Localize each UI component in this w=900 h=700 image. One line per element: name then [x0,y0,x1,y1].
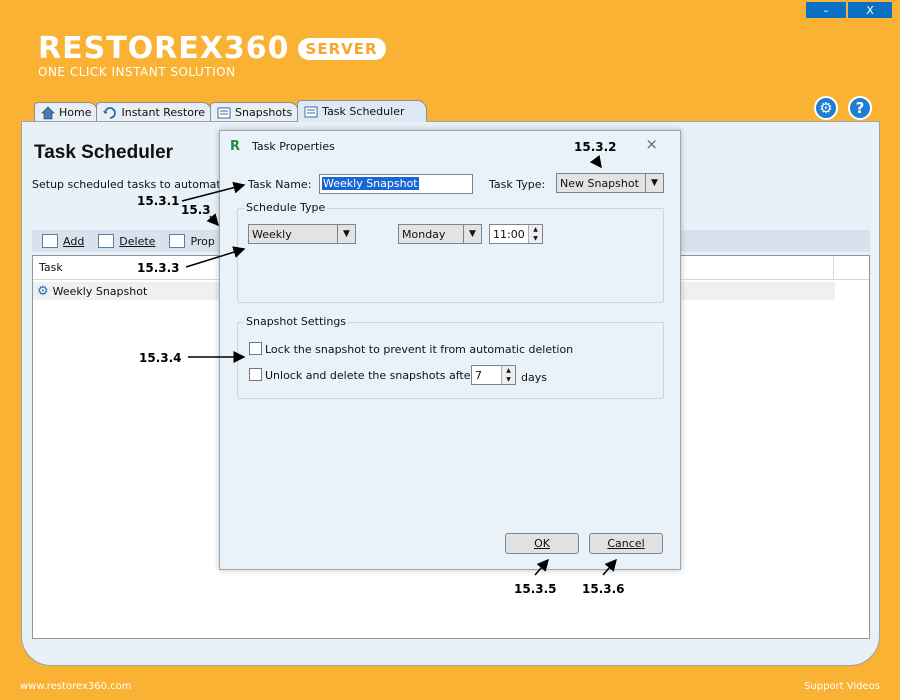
annotation-label: 15.3.5 [514,582,557,596]
column-label: Task [39,261,63,274]
support-videos-link[interactable]: Support Videos [804,681,880,692]
chevron-down-icon: ▼ [645,174,663,192]
task-name-label: Task Name: [248,178,312,191]
tab-task-scheduler[interactable]: Task Scheduler [297,100,428,122]
logo-tagline: ONE CLICK INSTANT SOLUTION [38,65,236,79]
close-icon[interactable]: × [645,135,658,153]
snapshots-icon [217,106,231,120]
schedule-type-group: Schedule Type [237,201,664,303]
task-type-label: Task Type: [489,178,546,191]
settings-icon[interactable]: ⚙ [814,96,838,120]
annotation-label: 15.3.1 [137,194,180,208]
delete-button[interactable]: Delete [98,234,155,248]
spin-arrows-icon[interactable]: ▲ ▼ [501,366,515,384]
delete-label: Delete [119,234,156,248]
annotation-label: 15.3.3 [137,261,180,275]
tab-label: Snapshots [235,106,293,119]
properties-icon [169,234,186,248]
top-icons: ⚙ ? [814,96,872,120]
page-description: Setup scheduled tasks to automatically [32,178,250,191]
tab-snapshots[interactable]: Snapshots [210,102,300,122]
schedule-value: Weekly [252,227,292,241]
dialog-title: Task Properties [252,140,335,153]
days-value: 7 [475,368,482,382]
snapshot-settings-group: Snapshot Settings [237,315,664,399]
annotation-label: 15.3.4 [139,351,182,365]
help-icon[interactable]: ? [848,96,872,120]
spin-arrows-icon[interactable]: ▲ ▼ [528,225,542,243]
app-logo: RESTOREX360 SERVER ONE CLICK INSTANT SOL… [38,33,386,79]
task-name-value: Weekly Snapshot [322,177,419,190]
time-value: 11:00 [493,227,525,241]
cancel-label: Cancel [607,537,645,550]
unlock-delete-label: Unlock and delete the snapshots after [265,369,476,382]
day-value: Monday [402,227,446,241]
chevron-down-icon: ▼ [463,225,481,243]
unlock-delete-checkbox[interactable] [249,368,262,381]
task-properties-dialog: R Task Properties × Task Name: Weekly Sn… [219,130,681,570]
window-controls: – X [806,2,892,18]
annotation-label: 15.3.6 [582,582,625,596]
tab-label: Task Scheduler [322,105,405,118]
day-select[interactable]: Monday ▼ [398,224,482,244]
scheduler-icon [304,105,318,119]
add-label: Add [63,234,85,248]
minimize-button[interactable]: – [806,2,846,18]
add-button[interactable]: Add [42,234,84,248]
cancel-button[interactable]: Cancel [589,533,663,554]
properties-label: Prop [190,234,215,248]
task-type-value: New Snapshot [560,176,639,190]
close-window-button[interactable]: X [848,2,892,18]
group-title: Schedule Type [244,201,328,214]
gear-icon: ⚙ [37,283,49,299]
task-name-input[interactable]: Weekly Snapshot [319,174,473,194]
tab-instant-restore[interactable]: Instant Restore [96,102,213,122]
task-type-select[interactable]: New Snapshot ▼ [556,173,664,193]
days-spinner[interactable]: 7 ▲ ▼ [471,365,516,385]
page-title: Task Scheduler [34,142,174,163]
logo-name: RESTOREX360 [38,31,290,66]
restore-icon [103,106,117,120]
home-icon [41,106,55,120]
task-name: Weekly Snapshot [52,284,148,298]
ok-label: OK [534,537,550,550]
group-title: Snapshot Settings [244,315,349,328]
schedule-type-select[interactable]: Weekly ▼ [248,224,356,244]
chevron-down-icon: ▼ [337,225,355,243]
annotation-label: 15.3.2 [574,140,617,154]
logo-badge: SERVER [297,38,386,60]
lock-snapshot-checkbox[interactable] [249,342,262,355]
app-icon: R [230,139,241,154]
lock-snapshot-label: Lock the snapshot to prevent it from aut… [265,343,574,356]
main-tabs: Home Instant Restore Snapshots Task Sche… [34,100,428,122]
annotation-label: 15.3 [181,203,211,217]
delete-icon [98,234,115,248]
days-label: days [521,371,547,384]
tab-home[interactable]: Home [34,102,99,122]
tab-label: Home [59,106,92,119]
add-icon [42,234,58,248]
tab-label: Instant Restore [121,106,206,119]
time-spinner[interactable]: 11:00 ▲ ▼ [489,224,543,244]
website-link[interactable]: www.restorex360.com [20,681,132,692]
ok-button[interactable]: OK [505,533,579,554]
properties-button[interactable]: Prop [169,234,215,248]
